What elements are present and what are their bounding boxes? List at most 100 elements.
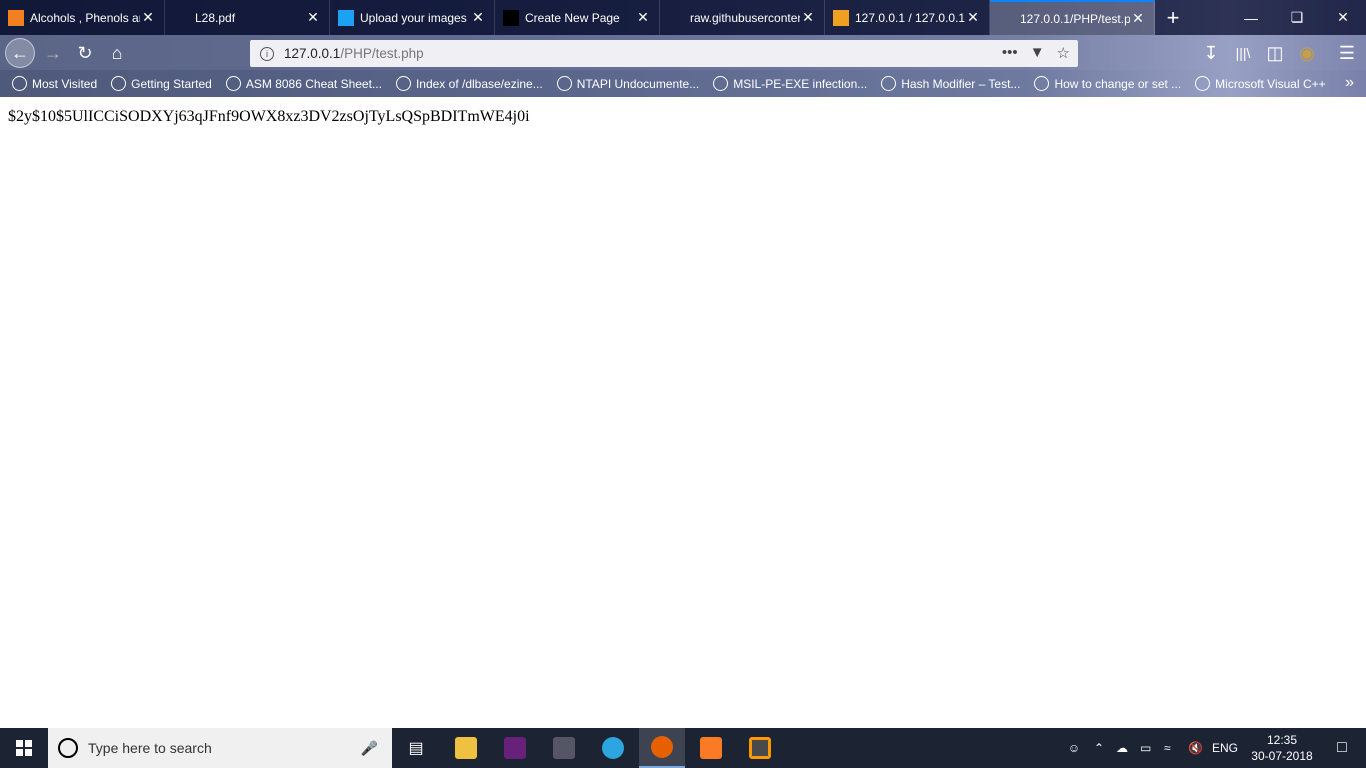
close-tab-icon[interactable]: ✕: [1130, 10, 1146, 27]
tab-title: 127.0.0.1/PHP/test.php: [1020, 11, 1130, 26]
menu-icon[interactable]: ☰: [1332, 38, 1362, 68]
close-tab-icon[interactable]: ✕: [635, 9, 651, 26]
tab-title: Upload your images: [360, 10, 467, 25]
language-indicator[interactable]: ENG: [1212, 741, 1246, 755]
pdf-icon: [173, 10, 189, 26]
bookmark-label: How to change or set ...: [1054, 76, 1182, 91]
close-window-button[interactable]: ✕: [1320, 0, 1366, 35]
tab[interactable]: raw.githubusercontent.com✕: [660, 0, 825, 35]
bookmark-item[interactable]: Index of /dlbase/ezine...: [395, 76, 543, 91]
close-tab-icon[interactable]: ✕: [800, 9, 816, 26]
reload-button[interactable]: ↻: [70, 38, 100, 68]
file-explorer-icon[interactable]: [443, 728, 489, 768]
tab-title: L28.pdf: [195, 10, 236, 25]
pocket-icon[interactable]: ▼: [1030, 44, 1045, 62]
bookmark-item[interactable]: Microsoft Visual C++: [1195, 76, 1326, 91]
downloads-icon[interactable]: ↧: [1196, 38, 1226, 68]
diamond-icon: [1034, 76, 1050, 91]
url-bar[interactable]: i 127.0.0.1/PHP/test.php ••• ▼ ☆: [250, 40, 1078, 67]
blank-icon: [998, 11, 1014, 27]
bookmark-item[interactable]: Getting Started: [111, 76, 212, 91]
telegram-icon[interactable]: [590, 728, 636, 768]
hash-output: $2y$10$5UlICCiSODXYj63qJFnf9OWX8xz3DV2zs…: [8, 108, 530, 125]
v-icon: [713, 76, 729, 91]
close-tab-icon[interactable]: ✕: [305, 9, 321, 26]
show-hidden-icons[interactable]: ⌃: [1094, 741, 1116, 755]
firefox-taskbar-icon[interactable]: [639, 728, 685, 768]
url-path: /PHP/test.php: [340, 46, 424, 61]
task-view-icon[interactable]: ▤: [393, 728, 439, 768]
more-icon[interactable]: •••: [1002, 44, 1018, 62]
close-tab-icon[interactable]: ✕: [140, 9, 156, 26]
bookmark-item[interactable]: Hash Modifier – Test...: [881, 76, 1020, 91]
notifications-icon[interactable]: □: [1318, 739, 1366, 757]
globe-icon: [225, 76, 241, 91]
bookmark-label: Hash Modifier – Test...: [901, 76, 1021, 91]
bookmark-label: Most Visited: [32, 76, 98, 91]
restore-button[interactable]: ❏: [1274, 0, 1320, 35]
clock[interactable]: 12:35 30-07-2018: [1246, 732, 1318, 764]
onedrive-icon[interactable]: ☁: [1116, 741, 1140, 755]
bookmark-item[interactable]: NTAPI Undocumente...: [556, 76, 700, 91]
github-icon: [503, 9, 519, 26]
windows-start-icon[interactable]: [0, 728, 48, 768]
new-tab-button[interactable]: +: [1150, 0, 1196, 35]
tab[interactable]: Alcohols , Phenols and Ethers✕: [0, 0, 165, 35]
app-icon[interactable]: [541, 728, 587, 768]
a-icon: [8, 9, 24, 26]
ibb-icon: [338, 9, 354, 26]
bookmark-star-icon[interactable]: ☆: [1057, 44, 1070, 62]
tab[interactable]: Upload your images ✕: [330, 0, 495, 35]
bookmark-label: NTAPI Undocumente...: [576, 76, 700, 91]
tab[interactable]: 127.0.0.1/PHP/test.php✕: [990, 0, 1155, 35]
bookmark-item[interactable]: How to change or set ...: [1034, 76, 1181, 91]
sidebar-icon[interactable]: ◫: [1260, 38, 1290, 68]
browser-chrome: Alcohols , Phenols and Ethers✕L28.pdf✕Up…: [0, 0, 1366, 97]
tab[interactable]: L28.pdf ✕: [165, 0, 330, 35]
extension-icon[interactable]: ◉: [1292, 38, 1322, 68]
sublime-text-icon[interactable]: [737, 728, 783, 768]
system-tray: ☺ ⌃ ☁ ▭ ≈ 🔇 ENG 12:35 30-07-2018 □: [1054, 728, 1366, 768]
battery-icon[interactable]: ▭: [1140, 741, 1164, 755]
close-tab-icon[interactable]: ✕: [470, 9, 486, 26]
phpmyadmin-icon: [833, 9, 849, 26]
back-button[interactable]: ←: [5, 38, 35, 68]
bookmark-label: Getting Started: [131, 76, 212, 91]
firefox-icon: [111, 76, 127, 91]
taskbar: Type here to search 🎤 ▤ ☺ ⌃ ☁ ▭ ≈ 🔇 ENG 1…: [0, 728, 1366, 768]
tab-title: raw.githubusercontent.com: [690, 10, 800, 25]
tab[interactable]: Create New Page ✕: [495, 0, 660, 35]
people-icon[interactable]: ☺: [1054, 741, 1094, 755]
bookmark-label: Microsoft Visual C++: [1215, 76, 1326, 91]
minimize-button[interactable]: —: [1228, 0, 1274, 35]
tab-title: Alcohols , Phenols and Ethers: [30, 10, 140, 25]
visual-studio-icon[interactable]: [492, 728, 538, 768]
microphone-icon[interactable]: 🎤: [361, 740, 378, 757]
info-icon[interactable]: i: [260, 46, 274, 61]
bookmarks-toolbar: Most Visited Getting Started ASM 8086 Chea…: [0, 70, 1366, 97]
search-placeholder: Type here to search: [88, 740, 212, 756]
date: 30-07-2018: [1251, 749, 1313, 763]
xampp-icon[interactable]: [688, 728, 734, 768]
taskbar-search[interactable]: Type here to search 🎤: [48, 728, 392, 768]
close-tab-icon[interactable]: ✕: [965, 9, 981, 26]
gear-icon: [12, 76, 27, 91]
tab[interactable]: 127.0.0.1 / 127.0.0.1 ✕: [825, 0, 990, 35]
library-icon[interactable]: |||\: [1228, 38, 1258, 68]
url-host: 127.0.0.1: [284, 46, 341, 61]
volume-muted-icon[interactable]: 🔇: [1188, 741, 1212, 755]
bookmark-item[interactable]: Most Visited: [12, 76, 97, 91]
tab-bar: Alcohols , Phenols and Ethers✕L28.pdf✕Up…: [0, 0, 1366, 35]
bookmark-item[interactable]: ASM 8086 Cheat Sheet...: [225, 76, 382, 91]
bookmark-label: ASM 8086 Cheat Sheet...: [245, 76, 382, 91]
wifi-icon[interactable]: ≈: [1164, 741, 1188, 755]
bookmark-item[interactable]: MSIL-PE-EXE infection...: [713, 76, 867, 91]
bookmark-label: MSIL-PE-EXE infection...: [733, 76, 868, 91]
home-button[interactable]: ⌂: [102, 38, 132, 68]
globe-icon: [881, 76, 897, 91]
globe-icon: [556, 76, 572, 91]
tab-title: 127.0.0.1 / 127.0.0.1: [855, 10, 965, 25]
forward-button[interactable]: →: [38, 38, 68, 68]
globe-icon: [395, 76, 411, 91]
bookmarks-overflow-icon[interactable]: »: [1345, 74, 1354, 92]
